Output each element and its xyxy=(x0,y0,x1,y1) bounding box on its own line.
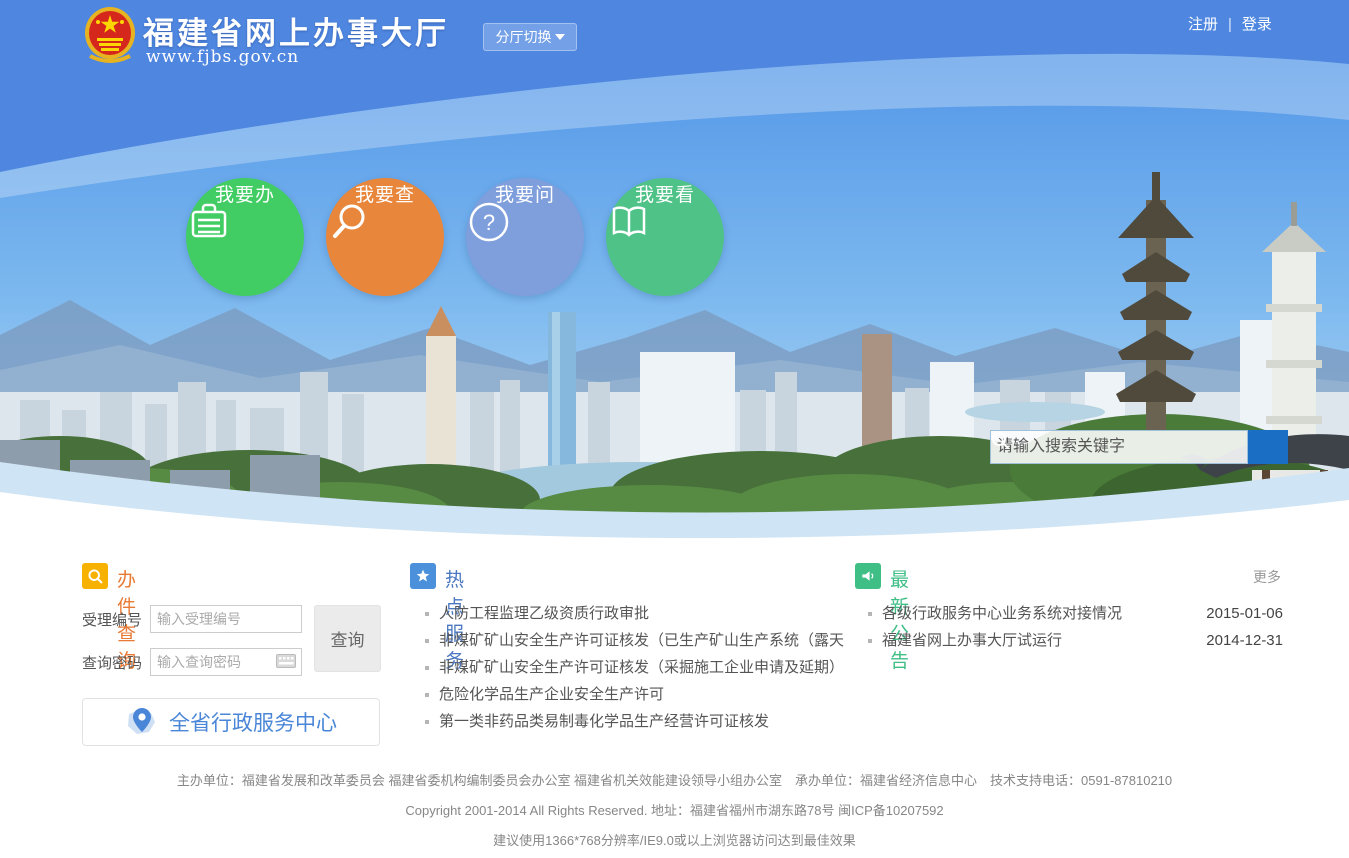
auth-divider: | xyxy=(1228,16,1232,33)
search-icon xyxy=(990,430,1010,450)
question-icon: ? xyxy=(466,199,512,245)
footer-browser-advice: 建议使用1366*768分辨率/IE9.0或以上浏览器访问达到最佳效果 xyxy=(0,830,1349,849)
branch-switch-label: 分厅切换 xyxy=(496,29,552,45)
news-item-title: 福建省网上办事大厅试运行 xyxy=(882,632,1062,649)
hot-service-item[interactable]: 第一类非药品类易制毒化学品生产经营许可证核发 xyxy=(425,708,845,735)
news-item[interactable]: 福建省网上办事大厅试运行 2014-12-31 xyxy=(868,627,1283,654)
hot-services-list: 人防工程监理乙级资质行政审批 非煤矿矿山安全生产许可证核发（已生产矿山生产系统（… xyxy=(425,600,845,735)
acceptance-number-input[interactable] xyxy=(150,605,302,633)
footer-copyright: Copyright 2001-2014 All Rights Reserved.… xyxy=(0,800,1349,819)
map-pin-icon xyxy=(125,704,159,740)
search-icon xyxy=(326,199,372,245)
footer-organizers: 主办单位：福建省发展和改革委员会 福建省委机构编制委员会办公室 福建省机关效能建… xyxy=(0,770,1349,789)
news-item-title: 各级行政服务中心业务系统对接情况 xyxy=(882,605,1122,622)
svg-text:?: ? xyxy=(483,210,495,235)
magnifier-badge-icon xyxy=(82,563,108,589)
hot-service-item[interactable]: 非煤矿矿山安全生产许可证核发（采掘施工企业申请及延期） xyxy=(425,654,845,681)
branch-switch-button[interactable]: 分厅切换 xyxy=(483,23,577,51)
chevron-down-icon xyxy=(555,34,565,40)
book-icon xyxy=(606,199,652,245)
news-item-date: 2015-01-06 xyxy=(1206,600,1283,627)
acceptance-number-row: 受理编号 xyxy=(82,605,302,633)
star-badge-icon xyxy=(410,563,436,589)
acceptance-number-label: 受理编号 xyxy=(82,609,142,630)
news-more-link[interactable]: 更多 xyxy=(1253,567,1281,587)
briefcase-icon xyxy=(186,199,232,245)
hero-search xyxy=(990,430,1288,464)
news-list: 各级行政服务中心业务系统对接情况 2015-01-06 福建省网上办事大厅试运行… xyxy=(868,600,1283,654)
province-service-centers-button[interactable]: 全省行政服务中心 xyxy=(82,698,380,746)
news-item[interactable]: 各级行政服务中心业务系统对接情况 2015-01-06 xyxy=(868,600,1283,627)
query-submit-button[interactable]: 查询 xyxy=(314,605,381,672)
site-url: www.fjbs.gov.cn xyxy=(146,47,299,67)
province-service-centers-label: 全省行政服务中心 xyxy=(169,707,337,737)
search-input[interactable] xyxy=(990,430,1248,464)
hot-service-item[interactable]: 人防工程监理乙级资质行政审批 xyxy=(425,600,845,627)
page: 福建省网上办事大厅 www.fjbs.gov.cn 分厅切换 注册|登录 我要办 xyxy=(0,0,1349,858)
national-emblem-logo xyxy=(84,6,136,64)
query-password-row: 查询密码 xyxy=(82,648,302,676)
hot-service-item[interactable]: 非煤矿矿山安全生产许可证核发（已生产矿山生产系统（露天... xyxy=(425,627,845,654)
hot-service-item[interactable]: 危险化学品生产企业安全生产许可 xyxy=(425,681,845,708)
auth-links: 注册 | 登录 xyxy=(1188,13,1272,34)
query-password-label: 查询密码 xyxy=(82,652,142,673)
action-wo-yao-wen[interactable]: ? 我要问 xyxy=(466,178,584,296)
news-item-date: 2014-12-31 xyxy=(1206,627,1283,654)
register-link[interactable]: 注册 xyxy=(1188,16,1218,33)
keyboard-icon[interactable] xyxy=(276,654,296,668)
action-wo-yao-ban[interactable]: 我要办 xyxy=(186,178,304,296)
action-wo-yao-kan[interactable]: 我要看 xyxy=(606,178,724,296)
speaker-badge-icon xyxy=(855,563,881,589)
login-link[interactable]: 登录 xyxy=(1242,16,1272,33)
footer: 主办单位：福建省发展和改革委员会 福建省委机构编制委员会办公室 福建省机关效能建… xyxy=(0,770,1349,858)
action-wo-yao-cha[interactable]: 我要查 xyxy=(326,178,444,296)
search-button[interactable] xyxy=(1248,430,1288,464)
hero-banner: 福建省网上办事大厅 www.fjbs.gov.cn 分厅切换 注册|登录 我要办 xyxy=(0,0,1349,545)
